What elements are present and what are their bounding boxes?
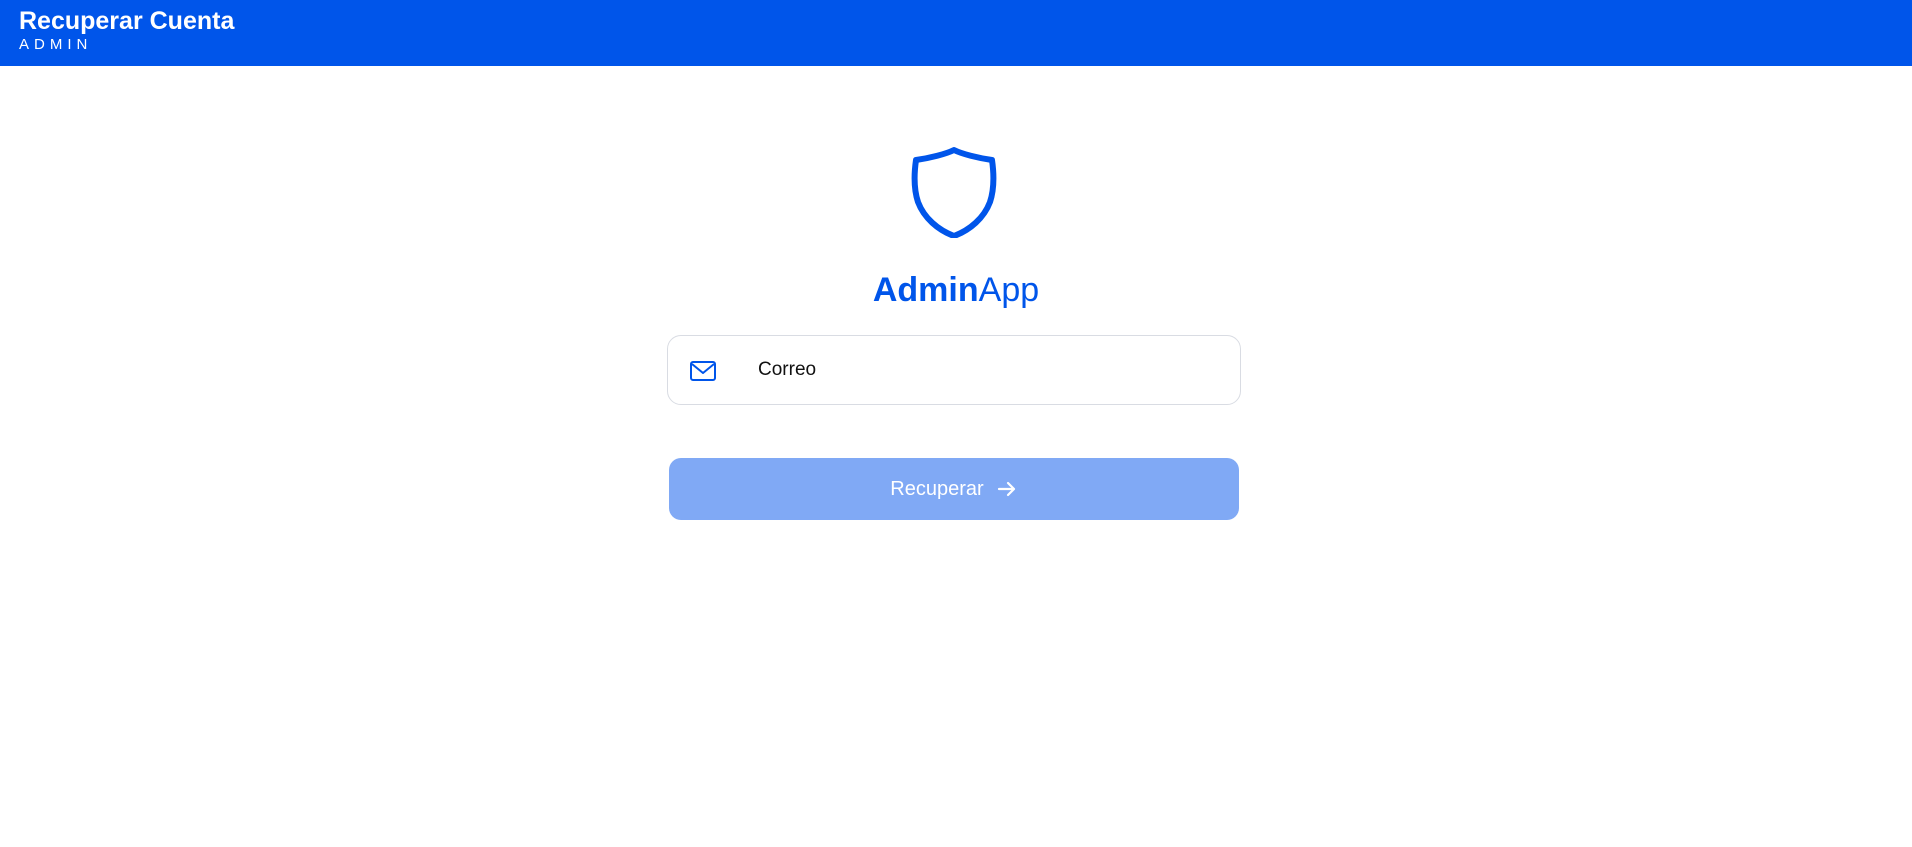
mail-icon (690, 361, 716, 381)
page-subtitle: ADMIN (19, 36, 93, 53)
email-field-label: Correo (758, 359, 817, 380)
shield-icon (911, 147, 997, 238)
recover-button[interactable]: Recuperar (669, 458, 1239, 520)
brand-name-bold: Admin (872, 271, 979, 309)
recover-button-label: Recuperar (890, 477, 984, 500)
app-header: Recuperar Cuenta ADMIN (0, 0, 1912, 66)
brand-name-regular: App (978, 271, 1040, 309)
page-title: Recuperar Cuenta (19, 7, 235, 35)
arrow-right-icon (997, 481, 1015, 497)
app-brand: AdminApp (0, 266, 1912, 314)
email-field[interactable]: Correo (667, 335, 1241, 405)
